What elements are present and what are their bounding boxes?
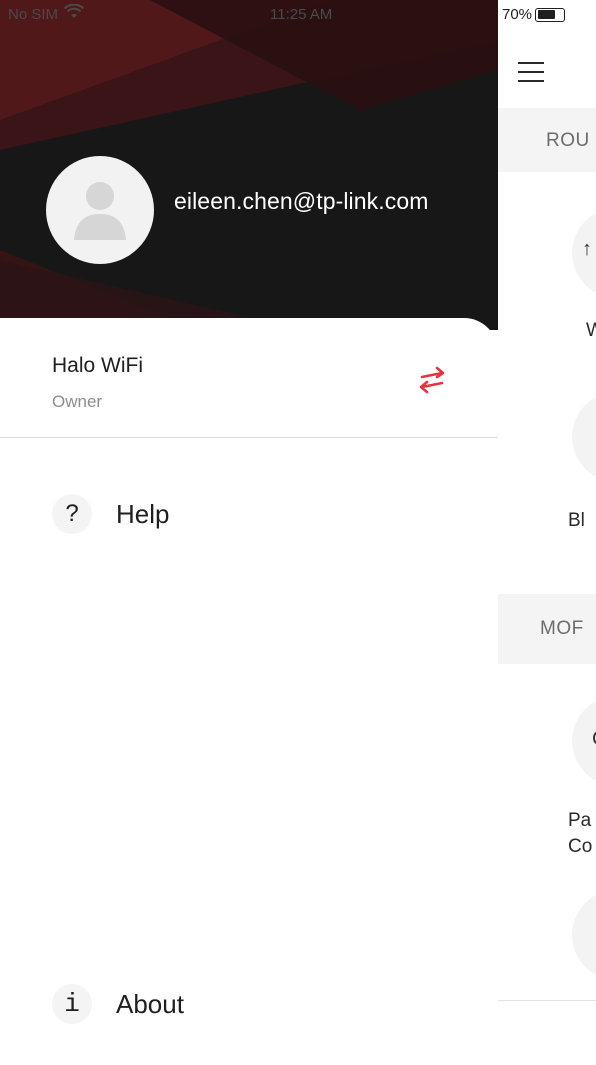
menu-item-label: Help [116,498,170,529]
feature-icon-circle[interactable] [572,392,596,482]
swap-arrows-icon[interactable] [412,362,452,398]
more-section-header: MOF [498,594,596,664]
main-screen: 70% ROU ↑ W Bl MOF C Pa Co [498,0,596,1065]
status-time: 11:25 AM [270,6,333,23]
section-title: MOF [540,618,584,639]
network-card[interactable]: Halo WiFi Owner [0,318,498,438]
hamburger-menu-icon[interactable] [518,62,544,84]
network-name: Halo WiFi [52,354,144,377]
menu-item-help[interactable]: ? Help [52,494,169,534]
carrier-label: No SIM [8,6,59,23]
feature-icon-circle[interactable]: ↑ [572,208,596,298]
section-title: ROU [546,130,590,151]
help-icon: ? [52,494,92,534]
navigation-drawer: No SIM 11:25 AM eileen.chen@tp-link.com … [0,0,498,1065]
feature-label[interactable]: Co [568,834,592,860]
menu-item-label: About [116,988,184,1019]
feature-icon-circle[interactable] [572,890,596,980]
info-icon: i [52,984,92,1024]
menu-item-about[interactable]: i About [52,984,184,1024]
feature-glyph: C [592,728,596,751]
network-role: Owner [52,392,103,411]
router-section-header: ROU [498,108,596,172]
user-avatar-icon[interactable] [46,156,154,264]
feature-label[interactable]: Bl [568,508,585,534]
feature-icon-circle[interactable]: C [572,696,596,786]
battery-indicator: 70% [502,6,566,23]
account-email[interactable]: eileen.chen@tp-link.com [174,188,429,215]
battery-percent: 70% [502,6,533,23]
drawer-header: No SIM 11:25 AM eileen.chen@tp-link.com [0,0,498,330]
feature-label[interactable]: W [586,318,596,344]
bottom-tab-bar [498,1000,596,1065]
feature-label[interactable]: Pa [568,808,591,834]
wifi-icon [63,3,85,24]
battery-icon [535,7,566,22]
feature-glyph: ↑ [582,238,592,260]
